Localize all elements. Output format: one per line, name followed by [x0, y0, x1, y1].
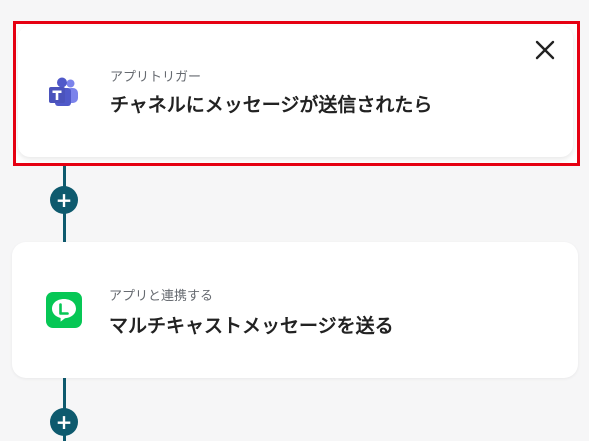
add-step-button[interactable]: + — [50, 408, 78, 436]
close-icon[interactable] — [533, 38, 557, 62]
action-title: マルチキャストメッセージを送る — [109, 315, 394, 337]
action-step-card[interactable]: アプリと連携する マルチキャストメッセージを送る — [12, 242, 578, 378]
action-title: チャネルにメッセージが送信されたら — [110, 94, 433, 116]
add-step-button[interactable]: + — [50, 186, 78, 214]
workflow-canvas: + + アプリトリガー チャネルにメッセージが送信されたら アプリと連携する マ… — [0, 0, 589, 441]
line-icon — [46, 292, 82, 328]
microsoft-teams-icon — [49, 77, 78, 106]
trigger-step-card[interactable]: アプリトリガー チャネルにメッセージが送信されたら — [13, 21, 580, 166]
app-label: アプリと連携する — [109, 289, 214, 304]
app-label: アプリトリガー — [110, 70, 202, 85]
